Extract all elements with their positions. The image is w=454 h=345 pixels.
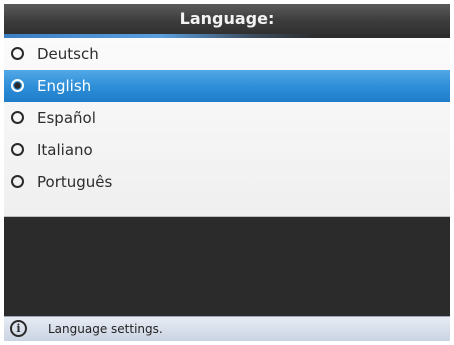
language-option-english[interactable]: English [4, 70, 450, 102]
language-option-label: English [37, 77, 92, 95]
language-option-label: Português [37, 173, 113, 191]
language-option-label: Español [37, 109, 96, 127]
language-option-italiano[interactable]: Italiano [4, 134, 450, 166]
language-option-label: Italiano [37, 141, 93, 159]
language-option-portugues[interactable]: Português [4, 166, 450, 198]
radio-icon [11, 143, 24, 156]
radio-icon [11, 175, 24, 188]
info-icon: i [10, 320, 27, 337]
language-option-label: Deutsch [37, 45, 99, 63]
language-option-deutsch[interactable]: Deutsch [4, 38, 450, 70]
radio-icon [11, 111, 24, 124]
language-option-espanol[interactable]: Español [4, 102, 450, 134]
status-bar: i Language settings. [4, 316, 450, 341]
dialog-title: Language: [179, 9, 275, 28]
status-text: Language settings. [48, 322, 163, 336]
language-screen: Language: Deutsch English Español Italia… [4, 4, 450, 341]
title-bar: Language: [4, 4, 450, 38]
radio-selected-icon [11, 79, 24, 92]
radio-icon [11, 47, 24, 60]
language-list: Deutsch English Español Italiano Portugu… [4, 38, 450, 217]
